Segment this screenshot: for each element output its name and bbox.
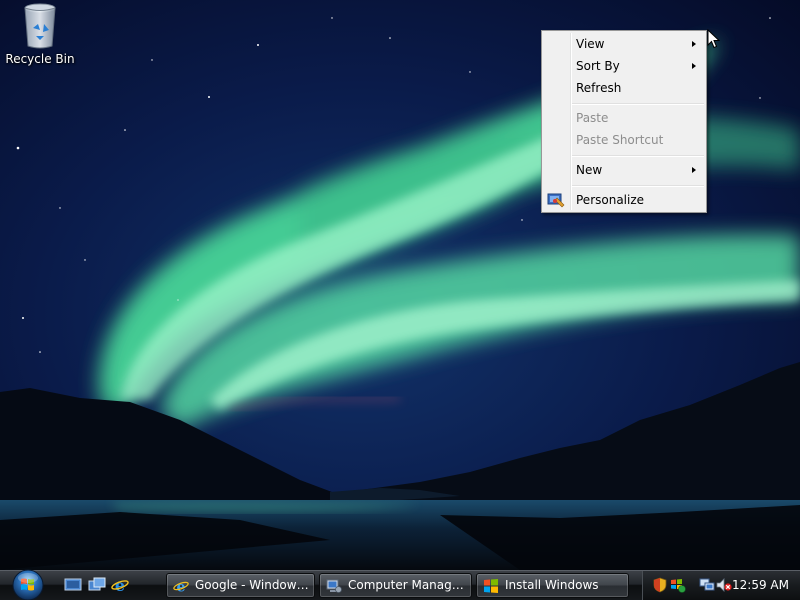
network-icon[interactable] <box>699 577 715 593</box>
svg-text:e: e <box>176 579 185 594</box>
menu-item-new[interactable]: New <box>544 159 704 181</box>
submenu-arrow-icon <box>692 167 696 173</box>
submenu-arrow-icon <box>692 63 696 69</box>
menu-item-paste-shortcut[interactable]: Paste Shortcut <box>544 129 704 151</box>
windows-update-icon[interactable] <box>670 577 686 593</box>
menu-item-sort-by[interactable]: Sort By <box>544 55 704 77</box>
menu-item-refresh[interactable]: Refresh <box>544 77 704 99</box>
taskbar-button-google-ie[interactable]: e Google - Windows I... <box>166 573 315 598</box>
internet-explorer-icon[interactable]: e <box>111 577 129 593</box>
menu-item-label: Personalize <box>576 193 645 207</box>
taskbar-button-label: Computer Manage... <box>348 578 467 592</box>
show-desktop-icon[interactable] <box>64 577 82 593</box>
volume-muted-icon[interactable] <box>716 577 732 593</box>
taskbar-button-label: Google - Windows I... <box>195 578 310 592</box>
menu-item-paste[interactable]: Paste <box>544 107 704 129</box>
computer-management-icon <box>326 579 342 593</box>
windows-start-orb-icon[interactable] <box>6 567 50 600</box>
menu-separator <box>572 155 704 157</box>
recycle-bin-label: Recycle Bin <box>5 52 75 66</box>
internet-explorer-icon: e <box>173 579 189 594</box>
personalize-icon <box>547 193 565 208</box>
taskbar-button-computer-management[interactable]: Computer Manage... <box>319 573 472 598</box>
recycle-bin-shortcut[interactable]: Recycle Bin <box>4 2 76 66</box>
notification-area: 12:59 AM <box>642 571 800 600</box>
taskbar: e e Google - Windows I... Computer Manag… <box>0 567 800 600</box>
menu-item-label: Sort By <box>576 59 620 73</box>
switch-windows-icon[interactable] <box>88 577 106 593</box>
desktop-context-menu: View Sort By Refresh Paste Paste Shortcu… <box>541 30 707 213</box>
menu-separator <box>572 185 704 187</box>
security-shield-icon[interactable] <box>653 577 667 593</box>
menu-item-label: View <box>576 37 605 51</box>
menu-item-label: Paste <box>576 111 609 125</box>
recycle-bin-icon <box>24 3 56 49</box>
menu-item-view[interactable]: View <box>544 33 704 55</box>
menu-item-label: New <box>576 163 603 177</box>
windows-logo-icon <box>484 579 498 593</box>
menu-item-label: Paste Shortcut <box>576 133 664 147</box>
system-clock[interactable]: 12:59 AM <box>732 571 789 600</box>
svg-text:e: e <box>115 577 125 593</box>
desktop[interactable]: Recycle Bin View Sort By Refresh Paste P… <box>0 0 800 600</box>
menu-item-label: Refresh <box>576 81 622 95</box>
mouse-cursor-icon <box>707 29 721 49</box>
menu-separator <box>572 103 704 105</box>
taskbar-button-label: Install Windows <box>505 578 599 592</box>
taskbar-button-install-windows[interactable]: Install Windows <box>476 573 629 598</box>
menu-item-personalize[interactable]: Personalize <box>544 189 704 211</box>
submenu-arrow-icon <box>692 41 696 47</box>
